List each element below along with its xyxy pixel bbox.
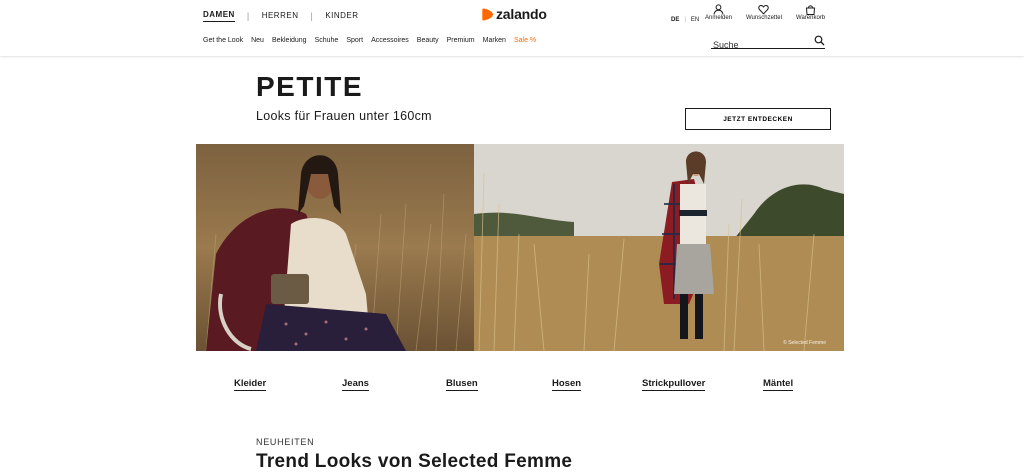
heart-icon — [758, 4, 770, 15]
wishlist-label: Wunschzettel — [746, 15, 782, 21]
category-link-kleider[interactable]: Kleider — [234, 378, 267, 391]
model-field-photo — [474, 144, 844, 351]
section-title: Trend Looks von Selected Femme — [256, 451, 573, 472]
gender-tab-herren[interactable]: HERREN — [262, 11, 299, 22]
section-eyebrow: NEUHEITEN — [256, 437, 315, 447]
category-nav: Get the Look Neu Bekleidung Schuhe Sport… — [203, 37, 544, 44]
search-box — [711, 35, 825, 50]
category-link-blusen[interactable]: Blusen — [446, 378, 478, 391]
cart-label: Warenkorb — [796, 15, 826, 21]
category-link-hosen[interactable]: Hosen — [552, 378, 582, 391]
user-icon — [713, 4, 724, 15]
gender-tab-damen[interactable]: DAMEN — [203, 10, 235, 22]
lang-en[interactable]: EN — [691, 17, 699, 23]
nav-bekleidung[interactable]: Bekleidung — [272, 37, 307, 44]
gender-separator: | — [310, 11, 314, 21]
gender-nav: DAMEN | HERREN | KINDER — [203, 10, 359, 22]
cart-button[interactable]: Warenkorb — [796, 4, 825, 21]
promo-title: PETITE — [256, 71, 364, 102]
nav-premium[interactable]: Premium — [447, 37, 475, 44]
nav-neu[interactable]: Neu — [251, 37, 264, 44]
site-header: DAMEN | HERREN | KINDER zalando DE | EN … — [0, 0, 1024, 56]
category-link-strickpullover[interactable]: Strickpullover — [642, 378, 706, 391]
language-switcher: DE | EN — [671, 17, 699, 23]
hero-image-right[interactable]: © Selected Femme — [474, 144, 844, 351]
category-link-maentel[interactable]: Mäntel — [763, 378, 794, 391]
search-input[interactable] — [711, 40, 809, 50]
nav-schuhe[interactable]: Schuhe — [315, 37, 339, 44]
nav-beauty[interactable]: Beauty — [417, 37, 439, 44]
logo-wordmark: zalando — [496, 6, 547, 22]
zalando-logo[interactable]: zalando — [482, 6, 547, 22]
hero-banner: © Selected Femme — [196, 144, 844, 351]
nav-accessoires[interactable]: Accessoires — [371, 37, 409, 44]
bag-icon — [806, 5, 816, 15]
nav-get-the-look[interactable]: Get the Look — [203, 37, 243, 44]
search-icon[interactable] — [814, 35, 825, 46]
lang-de[interactable]: DE — [671, 17, 679, 23]
lang-separator: | — [684, 17, 686, 23]
nav-sport[interactable]: Sport — [346, 37, 363, 44]
image-credit: © Selected Femme — [783, 340, 826, 346]
gender-tab-kinder[interactable]: KINDER — [325, 11, 358, 22]
zalando-logo-icon — [482, 7, 493, 21]
model-seated-photo — [196, 144, 474, 351]
category-links: Kleider Jeans Blusen Hosen Strickpullove… — [0, 378, 1024, 392]
nav-sale[interactable]: Sale % — [514, 37, 536, 44]
wishlist-button[interactable]: Wunschzettel — [746, 4, 782, 21]
account-button[interactable]: Anmelden — [705, 4, 732, 21]
gender-separator: | — [246, 11, 250, 21]
account-label: Anmelden — [705, 15, 733, 21]
hero-image-left[interactable] — [196, 144, 474, 351]
category-link-jeans[interactable]: Jeans — [342, 378, 369, 391]
discover-now-button[interactable]: JETZT ENTDECKEN — [685, 108, 831, 130]
promo-subtitle: Looks für Frauen unter 160cm — [256, 109, 432, 123]
nav-marken[interactable]: Marken — [483, 37, 506, 44]
